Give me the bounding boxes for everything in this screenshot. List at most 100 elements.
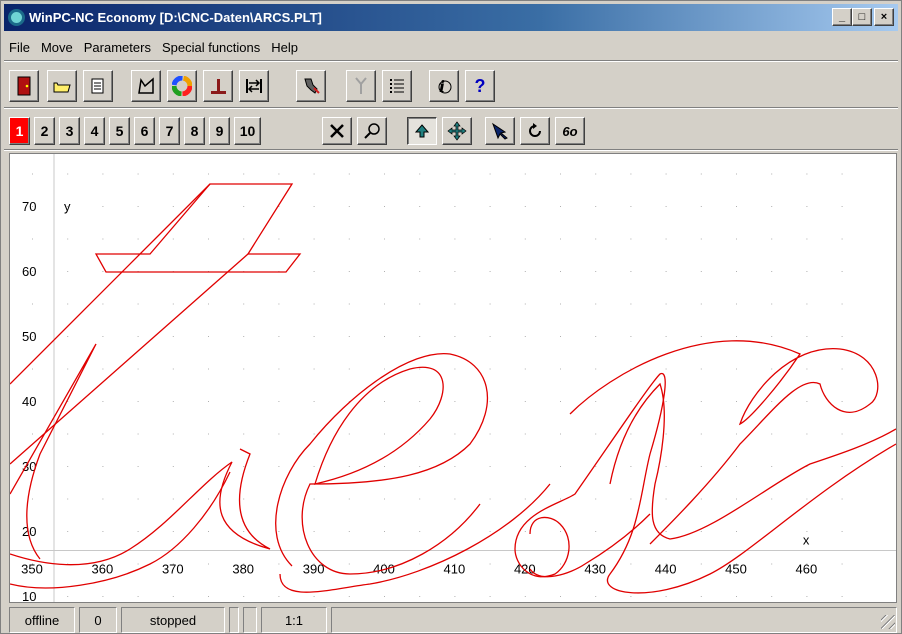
- grid-dot: [172, 433, 174, 435]
- grid-dot: [665, 238, 667, 240]
- grid-dot: [560, 596, 561, 597]
- grid-dot: [524, 238, 526, 240]
- menu-move[interactable]: Move: [36, 40, 79, 55]
- grid-dot: [137, 336, 139, 337]
- color-wheel-button[interactable]: [167, 70, 197, 102]
- layer-8-button[interactable]: 8: [184, 117, 205, 145]
- menu-file[interactable]: File: [4, 40, 36, 55]
- grid-dot: [348, 238, 350, 240]
- zoom-button[interactable]: [357, 117, 387, 145]
- grid-dot: [595, 466, 597, 467]
- layer-1-button[interactable]: 1: [9, 117, 30, 145]
- list-button[interactable]: [382, 70, 412, 102]
- grid-dot: [208, 596, 209, 597]
- grid-dot: [67, 433, 69, 435]
- resize-grip-icon[interactable]: [881, 615, 895, 629]
- grid-dot: [630, 303, 632, 305]
- grid-dot: [313, 401, 315, 402]
- maximize-button[interactable]: □: [852, 8, 872, 26]
- layer-9-button[interactable]: 9: [209, 117, 230, 145]
- menu-parameters[interactable]: Parameters: [79, 40, 157, 55]
- tool-settings-button[interactable]: [296, 70, 326, 102]
- exit-door-icon: [17, 76, 31, 96]
- grid-dot: [841, 563, 843, 565]
- grid-dot: [208, 336, 209, 337]
- arrow-up-button[interactable]: [407, 117, 437, 145]
- grid-dot: [243, 173, 245, 175]
- open-folder-icon: [53, 82, 71, 93]
- grid-dot: [384, 206, 385, 207]
- grid-dot: [243, 433, 245, 435]
- grid-dot: [665, 401, 667, 402]
- menu-special-functions[interactable]: Special functions: [157, 40, 266, 55]
- layer-7-button[interactable]: 7: [159, 117, 180, 145]
- grid-dot: [208, 368, 209, 370]
- grid-dot: [102, 238, 104, 240]
- document-icon: [91, 78, 104, 94]
- grid-dot: [384, 336, 385, 337]
- y-tick-label: 60: [22, 264, 36, 279]
- grid-dot: [419, 498, 421, 500]
- grid-dot: [67, 173, 69, 175]
- redraw-button[interactable]: [520, 117, 550, 145]
- grid-dot: [560, 238, 561, 240]
- layer-2-button[interactable]: 2: [34, 117, 55, 145]
- glasses-button[interactable]: 6o: [555, 117, 585, 145]
- close-view-button[interactable]: [322, 117, 352, 145]
- minimize-button[interactable]: _: [832, 8, 852, 26]
- grid-dot: [172, 596, 174, 597]
- drawing-canvas[interactable]: 350 360 370 380 390 400 410 420 430 440 450 460 10 20…: [9, 153, 897, 603]
- layer-6-button[interactable]: 6: [134, 117, 155, 145]
- grid-dot: [208, 563, 209, 565]
- fit-to-window-button[interactable]: [239, 70, 269, 102]
- letter-x-stroke-2: [569, 340, 879, 545]
- layer-5-button[interactable]: 5: [109, 117, 130, 145]
- info-button[interactable]: i: [429, 70, 459, 102]
- grid-dot: [454, 336, 456, 337]
- layer-3-button[interactable]: 3: [59, 117, 80, 145]
- grid-dot: [348, 368, 350, 370]
- grid-dot: [243, 466, 245, 467]
- plot-svg[interactable]: 350 360 370 380 390 400 410 420 430 440 450 4601020…: [10, 154, 896, 602]
- grid-dot: [736, 596, 737, 597]
- grid-dot: [137, 303, 139, 305]
- exit-button[interactable]: [9, 70, 39, 102]
- tool-settings-icon: [304, 78, 320, 94]
- grid-dot: [841, 303, 843, 305]
- grid-dot: [313, 531, 315, 532]
- grid-dot: [841, 401, 843, 402]
- grid-dot: [665, 466, 667, 467]
- grid-dot: [560, 433, 561, 435]
- tool-change-button[interactable]: [346, 70, 376, 102]
- grid-dot: [454, 433, 456, 435]
- x-tick-label: 370: [162, 562, 184, 577]
- title-bar[interactable]: WinPC-NC Economy [D:\CNC-Daten\ARCS.PLT]…: [4, 4, 898, 31]
- open-file-button[interactable]: [47, 70, 77, 102]
- grid-dot: [665, 271, 667, 272]
- grid-dot: [32, 368, 33, 370]
- grid-dot: [208, 466, 209, 467]
- layer-4-button[interactable]: 4: [84, 117, 105, 145]
- grid-dot: [384, 498, 385, 500]
- grid-dot: [419, 368, 421, 370]
- grid-dot: [102, 368, 104, 370]
- vector-edit-button[interactable]: [131, 70, 161, 102]
- grid-dot: [454, 238, 456, 240]
- reference-point-button[interactable]: [203, 70, 233, 102]
- layer-10-button[interactable]: 10: [234, 117, 261, 145]
- grid-dot: [313, 238, 315, 240]
- grid-dot: [524, 173, 526, 175]
- grid-dot: [67, 271, 69, 272]
- menu-help[interactable]: Help: [266, 40, 304, 55]
- app-icon[interactable]: [8, 9, 25, 26]
- pointer-button[interactable]: [485, 117, 515, 145]
- grid-dot: [208, 433, 209, 435]
- help-button[interactable]: ?: [465, 70, 495, 102]
- redraw-icon: [529, 123, 541, 137]
- grid-dot: [700, 596, 702, 597]
- close-button[interactable]: ×: [874, 8, 894, 26]
- document-button[interactable]: [83, 70, 113, 102]
- grid-dot: [665, 206, 667, 207]
- info-icon: i: [438, 77, 452, 96]
- move-button[interactable]: [442, 117, 472, 145]
